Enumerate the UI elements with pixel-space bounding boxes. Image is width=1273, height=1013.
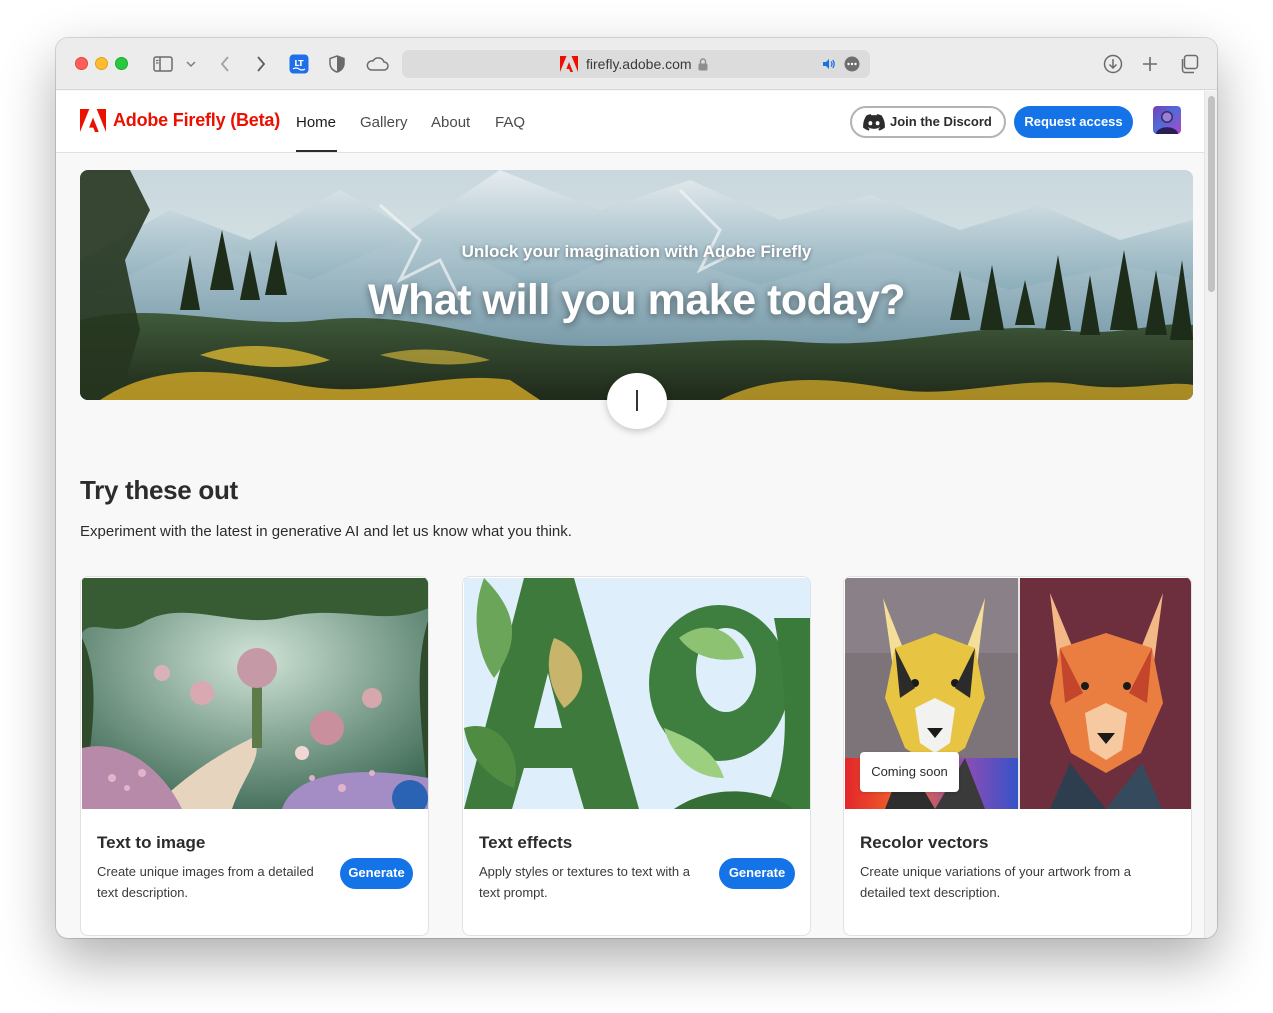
scrollbar-thumb[interactable] bbox=[1208, 96, 1215, 292]
hero-banner: Unlock your imagination with Adobe Firef… bbox=[80, 170, 1193, 400]
active-nav-indicator bbox=[296, 150, 337, 152]
nav-link-gallery[interactable]: Gallery bbox=[360, 114, 408, 131]
audio-icon[interactable] bbox=[822, 57, 836, 71]
back-icon[interactable] bbox=[216, 52, 234, 76]
chevron-down-icon[interactable] bbox=[184, 52, 198, 76]
card-description: Create unique images from a detailed tex… bbox=[97, 864, 314, 900]
card-recolor-vectors[interactable]: Coming soon Recolor vectors Create uniqu… bbox=[843, 576, 1192, 936]
card-title: Text to image bbox=[97, 833, 206, 852]
avatar[interactable] bbox=[1153, 106, 1181, 134]
nav-link-faq[interactable]: FAQ bbox=[495, 114, 525, 131]
more-icon[interactable] bbox=[844, 56, 860, 72]
card-text-to-image[interactable]: Text to image Create unique images from … bbox=[80, 576, 429, 936]
card-title: Text effects bbox=[479, 833, 573, 852]
sidebar-toggle-icon[interactable] bbox=[152, 52, 174, 76]
download-icon[interactable] bbox=[1103, 52, 1123, 76]
discord-icon bbox=[863, 113, 885, 131]
generate-button[interactable]: Generate bbox=[719, 858, 795, 889]
card-text-effects[interactable]: Text effects Apply styles or textures to… bbox=[462, 576, 811, 936]
zoom-window-button[interactable] bbox=[115, 57, 128, 70]
site-header: Adobe Firefly (Beta) Home Gallery About … bbox=[56, 91, 1204, 153]
tabs-overview-icon[interactable] bbox=[1179, 52, 1199, 76]
browser-window: LT firefly.adobe.com Adobe Firefly (Beta… bbox=[56, 38, 1217, 938]
join-discord-button[interactable]: Join the Discord bbox=[850, 106, 1006, 138]
adobe-site-icon bbox=[560, 55, 578, 73]
request-access-button[interactable]: Request access bbox=[1014, 106, 1133, 138]
page-scrollbar[interactable] bbox=[1204, 91, 1217, 938]
card-recolor-vectors-thumbnail: Coming soon bbox=[845, 578, 1191, 809]
card-text-effects-thumbnail bbox=[464, 578, 810, 809]
adobe-logo-icon[interactable] bbox=[80, 108, 106, 132]
generate-button[interactable]: Generate bbox=[340, 858, 413, 889]
address-bar[interactable]: firefly.adobe.com bbox=[402, 50, 870, 78]
translate-extension-icon[interactable]: LT bbox=[289, 52, 309, 76]
section-description: Experiment with the latest in generative… bbox=[80, 523, 572, 540]
minimize-window-button[interactable] bbox=[95, 57, 108, 70]
card-text-to-image-thumbnail bbox=[82, 578, 428, 809]
card-description: Apply styles or textures to text with a … bbox=[479, 864, 690, 900]
shield-icon[interactable] bbox=[328, 52, 346, 76]
forward-icon[interactable] bbox=[252, 52, 270, 76]
cloud-icon[interactable] bbox=[365, 52, 389, 76]
new-tab-icon[interactable] bbox=[1142, 52, 1158, 76]
nav-link-about[interactable]: About bbox=[431, 114, 470, 131]
url-text: firefly.adobe.com bbox=[586, 56, 692, 72]
card-description: Create unique variations of your artwork… bbox=[860, 864, 1131, 900]
hero-subtitle: Unlock your imagination with Adobe Firef… bbox=[461, 242, 812, 261]
coming-soon-badge: Coming soon bbox=[860, 752, 959, 792]
card-title: Recolor vectors bbox=[860, 833, 989, 852]
prompt-input-button[interactable] bbox=[607, 373, 667, 429]
join-discord-label: Join the Discord bbox=[890, 114, 992, 129]
svg-text:LT: LT bbox=[294, 59, 304, 68]
nav-link-home[interactable]: Home bbox=[296, 114, 336, 131]
close-window-button[interactable] bbox=[75, 57, 88, 70]
lock-icon bbox=[697, 57, 709, 71]
text-cursor-icon bbox=[636, 390, 638, 411]
brand-name[interactable]: Adobe Firefly (Beta) bbox=[113, 110, 280, 131]
hero-title: What will you make today? bbox=[367, 276, 906, 324]
browser-toolbar: LT firefly.adobe.com bbox=[56, 38, 1217, 90]
section-title: Try these out bbox=[80, 475, 238, 505]
